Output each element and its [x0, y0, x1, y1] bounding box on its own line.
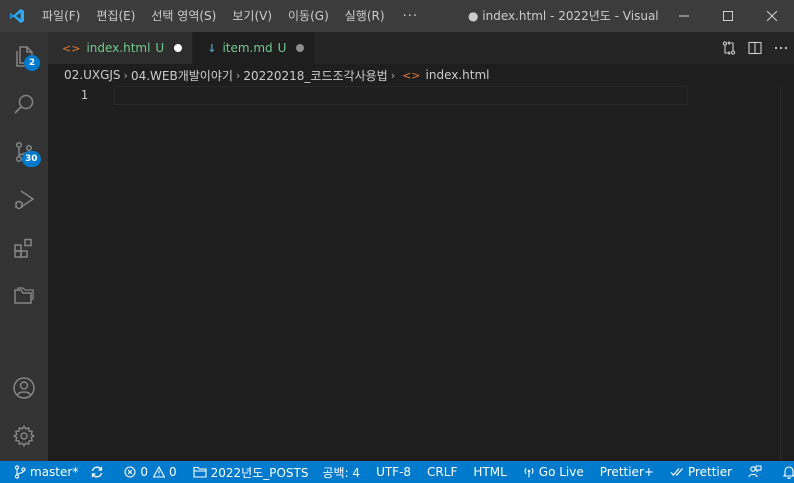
- code-editor[interactable]: 1: [48, 86, 794, 461]
- feedback-button[interactable]: [740, 461, 774, 483]
- sync-button[interactable]: [84, 461, 114, 483]
- notifications-button[interactable]: [774, 461, 794, 483]
- encoding-status[interactable]: UTF-8: [368, 461, 419, 483]
- status-bar-right: 공백: 4 UTF-8 CRLF HTML Go Live Prettier+ …: [314, 461, 794, 483]
- folder-status[interactable]: 2022년도_POSTS: [183, 461, 315, 483]
- menu-selection[interactable]: 선택 영역(S): [143, 0, 224, 32]
- error-count: 0: [140, 465, 148, 479]
- project-manager-button[interactable]: [0, 272, 48, 320]
- go-live-label: Go Live: [538, 465, 584, 479]
- vscode-logo-icon: [0, 0, 34, 32]
- source-control-badge: 30: [22, 151, 41, 167]
- minimize-button[interactable]: [662, 0, 706, 32]
- folder-icon: [193, 466, 207, 478]
- source-control-button[interactable]: 30: [0, 128, 48, 176]
- menu-edit[interactable]: 편집(E): [88, 0, 143, 32]
- unsaved-dot-icon[interactable]: [174, 44, 183, 52]
- menu-bar: 파일(F) 편집(E) 선택 영역(S) 보기(V) 이동(G) 실행(R) ·…: [34, 0, 428, 32]
- folder-name: 2022년도_POSTS: [210, 465, 309, 480]
- tab-index-html[interactable]: <> index.html U: [48, 32, 194, 64]
- breadcrumb-item[interactable]: 20220218_코드조각사용법: [243, 67, 387, 84]
- html-file-icon: <>: [62, 41, 81, 55]
- chevron-right-icon: ›: [123, 68, 128, 82]
- folders-icon: [14, 287, 34, 304]
- tab-label: item.md: [222, 41, 273, 55]
- window-title: ● index.html - 2022년도 - Visual ...: [468, 9, 658, 23]
- chevron-right-icon: ›: [390, 68, 396, 82]
- html-file-icon: <>: [402, 68, 421, 82]
- chevron-right-icon: ›: [235, 68, 241, 82]
- title-bar: 파일(F) 편집(E) 선택 영역(S) 보기(V) 이동(G) 실행(R) ·…: [0, 0, 794, 32]
- explorer-badge: 2: [24, 55, 40, 71]
- warning-count: 0: [168, 465, 177, 479]
- indentation-status[interactable]: 공백: 4: [314, 461, 368, 483]
- editor-tabs: <> index.html U ↓ item.md U: [48, 32, 794, 64]
- accounts-button[interactable]: [0, 364, 48, 412]
- branch-status[interactable]: master*: [0, 461, 84, 483]
- prettier-status[interactable]: Prettier: [662, 461, 740, 483]
- menu-go[interactable]: 이동(G): [280, 0, 337, 32]
- tab-status: U: [277, 41, 287, 55]
- problems-status[interactable]: 0 0: [114, 461, 182, 483]
- bell-icon: [782, 466, 794, 479]
- explorer-button[interactable]: 2: [0, 32, 48, 80]
- warning-icon: [152, 466, 165, 478]
- maximize-button[interactable]: [706, 0, 750, 32]
- tab-item-md[interactable]: ↓ item.md U: [193, 32, 316, 64]
- branch-name: master*: [30, 465, 79, 479]
- git-branch-icon: [14, 465, 26, 479]
- close-icon: [767, 11, 777, 21]
- markdown-file-icon: ↓: [207, 41, 217, 55]
- activity-bar: 2 30: [0, 32, 48, 461]
- breadcrumb-item[interactable]: 02.UXGJS: [64, 68, 121, 82]
- manage-button[interactable]: [0, 412, 48, 460]
- extensions-icon: [14, 238, 32, 258]
- search-button[interactable]: [0, 80, 48, 128]
- split-editor-button[interactable]: [742, 32, 768, 64]
- ellipsis-icon: [774, 46, 788, 50]
- menu-file[interactable]: 파일(F): [34, 0, 88, 32]
- breadcrumb: 02.UXGJS › 04.WEB개발이야기 › 20220218_코드조각사용…: [48, 64, 794, 86]
- run-debug-icon: [15, 190, 35, 210]
- run-debug-button[interactable]: [0, 176, 48, 224]
- double-check-icon: [670, 468, 683, 476]
- error-icon: [124, 466, 136, 478]
- menu-run[interactable]: 실행(R): [337, 0, 393, 32]
- close-button[interactable]: [750, 0, 794, 32]
- minimize-icon: [679, 15, 689, 17]
- current-line-highlight: [114, 86, 688, 105]
- language-mode-status[interactable]: HTML: [465, 461, 514, 483]
- prettier-plus-status[interactable]: Prettier+: [592, 461, 662, 483]
- gear-icon: [13, 425, 35, 447]
- menu-more-button[interactable]: ···: [393, 9, 428, 24]
- breadcrumb-item[interactable]: 04.WEB개발이야기: [131, 67, 233, 84]
- menu-view[interactable]: 보기(V): [224, 0, 280, 32]
- window-controls: [662, 0, 794, 32]
- extensions-button[interactable]: [0, 224, 48, 272]
- search-icon: [14, 94, 34, 114]
- vertical-scrollbar[interactable]: [780, 86, 794, 461]
- feedback-person-icon: [748, 465, 762, 478]
- compare-changes-icon: [722, 41, 736, 55]
- line-number: 1: [80, 88, 88, 102]
- more-actions-button[interactable]: [768, 32, 794, 64]
- split-editor-icon: [748, 41, 762, 55]
- tab-label: index.html: [86, 41, 151, 55]
- tab-status: U: [155, 41, 165, 55]
- maximize-icon: [723, 11, 733, 21]
- open-changes-button[interactable]: [716, 32, 742, 64]
- go-live-button[interactable]: Go Live: [515, 461, 592, 483]
- unsaved-dot-icon[interactable]: [296, 44, 305, 52]
- sync-icon: [92, 466, 103, 478]
- prettier-label: Prettier: [687, 465, 733, 479]
- account-icon: [13, 377, 35, 399]
- breadcrumb-item[interactable]: index.html: [426, 68, 490, 82]
- eol-status[interactable]: CRLF: [419, 461, 465, 483]
- status-bar: master* 0 0 2022년도_POSTS 공백: 4 UTF-8 CRL…: [0, 461, 794, 483]
- broadcast-icon: [524, 467, 534, 478]
- editor-actions: [716, 32, 794, 64]
